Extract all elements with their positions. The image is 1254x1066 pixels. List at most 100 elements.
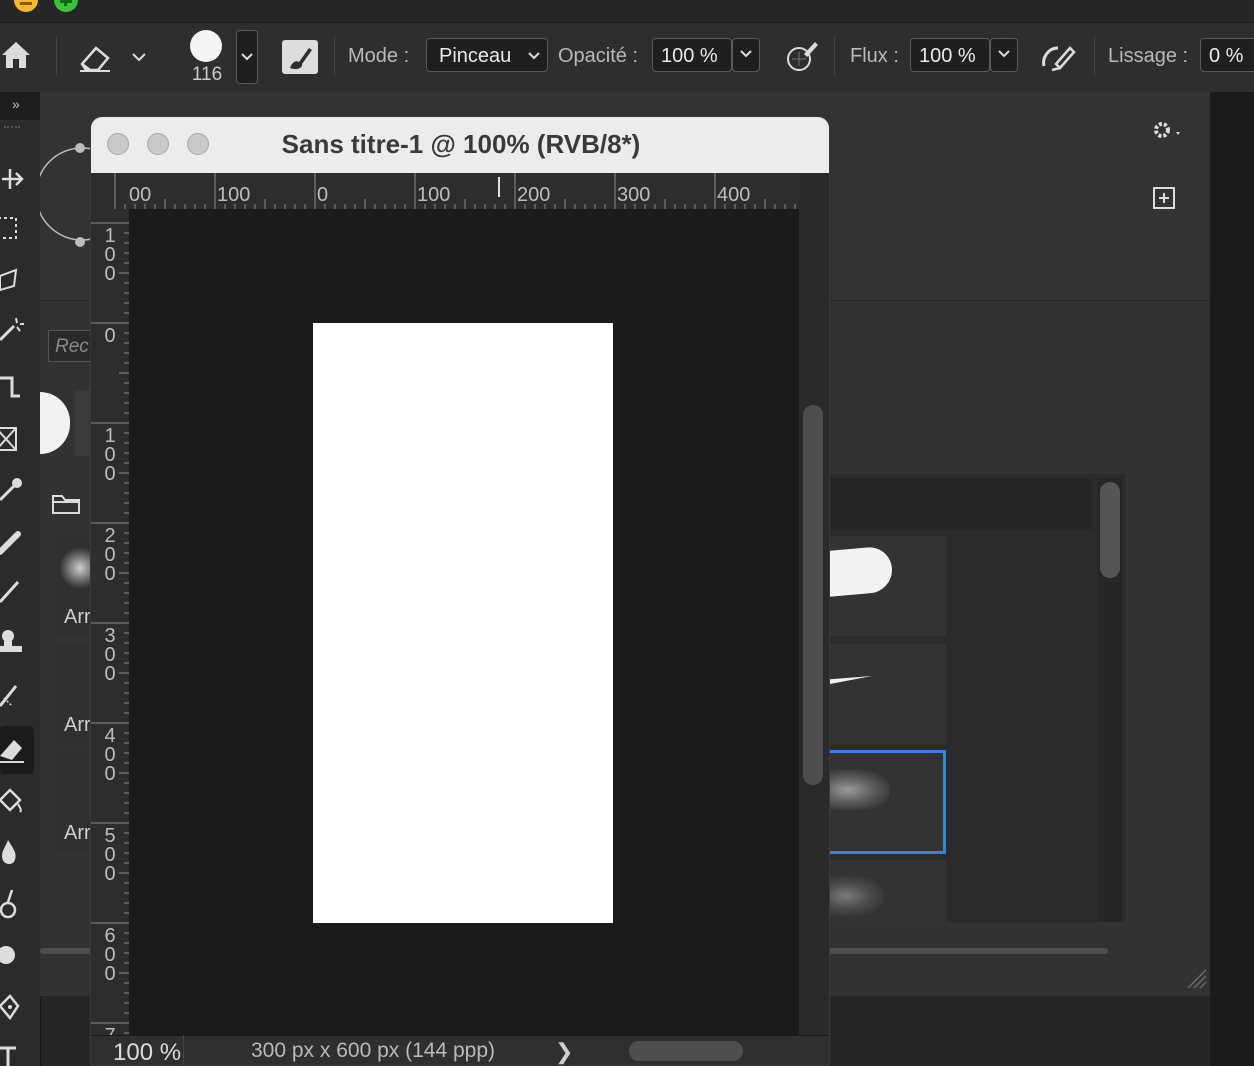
opacity-dropdown[interactable]	[732, 38, 760, 72]
options-separator	[834, 36, 835, 76]
soft-brush-stroke	[830, 876, 884, 916]
brush-name: Arr	[64, 606, 91, 628]
hard-brush-stroke	[830, 545, 892, 597]
document-horizontal-scroll-thumb[interactable]	[629, 1041, 743, 1061]
magic-wand-tool-icon[interactable]	[0, 314, 30, 344]
airbrush-icon[interactable]	[1040, 40, 1080, 74]
status-divider	[183, 1035, 184, 1065]
pen-tool-icon[interactable]	[0, 992, 30, 1024]
mode-select-value: Pinceau	[439, 45, 512, 67]
cursor-position-marker	[498, 177, 500, 197]
selected-brush-highlight	[826, 750, 946, 854]
ruler-label: 200	[517, 184, 551, 206]
document-window: Sans titre-1 @ 100% (RVB/8*) 00 100 0 10…	[90, 116, 830, 1066]
status-menu-arrow[interactable]: ❯	[555, 1039, 573, 1065]
brush-preview-strip	[74, 390, 90, 456]
brush-item[interactable]	[830, 536, 946, 636]
opacity-label: Opacité :	[558, 45, 639, 67]
paint-bucket-tool-icon[interactable]	[0, 786, 30, 816]
brush-group-header[interactable]	[830, 478, 1092, 530]
vertical-ruler[interactable]: 1 0 0 0 1 0 0 2 0 0 3 0 0 4 0 0 5 0 0 6 …	[91, 209, 130, 1046]
crop-tool-icon[interactable]	[0, 372, 30, 402]
ruler-label: 100	[217, 184, 251, 206]
brush-size-value: 116	[191, 64, 223, 85]
brush-angle-circle-icon	[35, 143, 129, 247]
brush-tool-icon[interactable]	[0, 576, 30, 606]
document-title: Sans titre-1 @ 100% (RVB/8*)	[281, 129, 641, 159]
minimize-window-button[interactable]	[14, 0, 38, 12]
zoom-level[interactable]: 100 %	[113, 1039, 181, 1065]
taper-brush-stroke	[830, 676, 872, 684]
brush-name: Arr	[64, 822, 91, 844]
workspace-background	[1210, 92, 1254, 1066]
ruler-label: 00	[129, 184, 152, 206]
folder-icon[interactable]	[52, 492, 80, 516]
lasso-tool-icon[interactable]	[0, 264, 30, 294]
eyedropper-tool-icon[interactable]	[0, 474, 30, 504]
flow-dropdown[interactable]	[990, 38, 1018, 72]
home-icon[interactable]	[0, 38, 34, 72]
chevron-down-icon	[740, 50, 752, 58]
zoom-window-button[interactable]	[54, 0, 78, 12]
mode-label: Mode :	[348, 45, 410, 67]
options-separator	[56, 36, 57, 76]
horizontal-ruler[interactable]: 00 100 0 100 200 300 400	[91, 173, 799, 210]
smoothing-input[interactable]: 0 %	[1200, 38, 1254, 72]
ruler-label: 6 0 0	[104, 925, 116, 985]
opacity-input[interactable]: 100 %	[652, 38, 732, 72]
document-vertical-scroll-thumb[interactable]	[803, 405, 823, 785]
chevron-down-icon[interactable]	[130, 50, 148, 64]
healing-brush-tool-icon[interactable]	[0, 526, 30, 556]
document-info[interactable]: 300 px x 600 px (144 ppp)	[251, 1039, 495, 1063]
ruler-label: 0	[317, 184, 329, 206]
brush-preview-dot[interactable]	[190, 30, 222, 62]
ruler-label: 400	[717, 184, 751, 206]
chevron-down-icon	[528, 52, 540, 60]
document-canvas[interactable]	[313, 323, 613, 923]
clone-stamp-tool-icon[interactable]	[0, 628, 30, 660]
ruler-label: 100	[417, 184, 451, 206]
ruler-label: 4 0 0	[104, 725, 116, 785]
smoothing-label: Lissage :	[1108, 45, 1189, 67]
tools-panel-header	[0, 92, 40, 120]
blur-tool-icon[interactable]	[0, 838, 30, 868]
mode-select[interactable]: Pinceau	[426, 38, 548, 72]
brush-search-input[interactable]: Rec	[48, 330, 92, 362]
new-brush-icon[interactable]	[1152, 186, 1176, 210]
dodge-tool-icon[interactable]	[0, 888, 30, 922]
brush-name: Arr	[64, 714, 91, 736]
ruler-label: 1 0 0	[104, 425, 116, 485]
history-brush-tool-icon[interactable]	[0, 680, 30, 710]
eraser-icon[interactable]	[78, 40, 114, 74]
type-tool-icon[interactable]	[0, 1042, 30, 1066]
brush-settings-icon	[290, 48, 312, 70]
options-separator	[1094, 36, 1095, 76]
ruler-label: 300	[617, 184, 651, 206]
ruler-label: 3 0 0	[104, 625, 116, 685]
ellipse-shape-icon[interactable]	[0, 940, 30, 970]
move-tool-icon[interactable]	[0, 164, 30, 194]
brush-angle-widget[interactable]	[35, 140, 129, 250]
ruler-label: 5 0 0	[104, 825, 116, 885]
brush-settings-button[interactable]	[282, 40, 318, 74]
gear-icon[interactable]	[1150, 118, 1186, 142]
resize-grip-icon[interactable]	[1184, 966, 1208, 990]
collapse-panel-icon[interactable]: »	[12, 96, 20, 112]
ruler-label: 1 0 0	[104, 225, 116, 285]
ruler-label: 2 0 0	[104, 525, 116, 585]
panel-grip-icon[interactable]	[4, 126, 20, 134]
options-separator	[334, 36, 335, 76]
frame-tool-icon[interactable]	[0, 424, 30, 454]
brush-item[interactable]	[830, 644, 946, 744]
brush-preset-dropdown[interactable]	[236, 30, 258, 84]
marquee-tool-icon[interactable]	[0, 214, 30, 244]
ruler-label: 0	[104, 325, 116, 347]
eraser-tool-icon	[0, 740, 24, 763]
pressure-opacity-icon[interactable]	[784, 38, 820, 74]
eraser-tool-button[interactable]	[0, 726, 34, 774]
flow-input[interactable]: 100 %	[910, 38, 990, 72]
brush-list-scroll-thumb[interactable]	[1100, 482, 1120, 578]
chevron-down-icon	[998, 50, 1010, 58]
chevron-down-icon	[241, 53, 253, 61]
brush-item[interactable]	[830, 860, 946, 922]
